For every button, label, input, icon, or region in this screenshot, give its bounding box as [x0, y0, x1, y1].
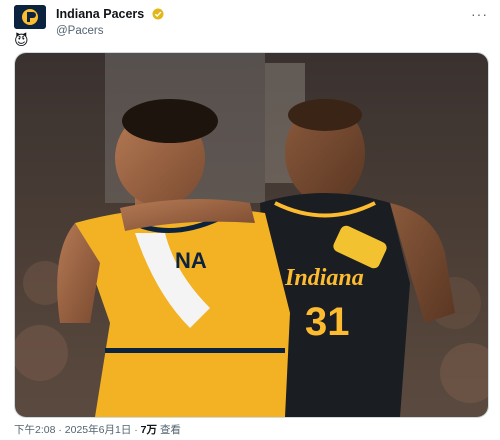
tweet-meta: 下午2:08 · 2025年6月1日 · 7万 查看 — [14, 422, 181, 437]
tweet-date[interactable]: 2025年6月1日 — [65, 424, 132, 436]
tweet-header: Indiana Pacers @Pacers ··· — [14, 5, 490, 38]
views-label: 查看 — [159, 424, 181, 436]
views-count: 7万 — [140, 424, 158, 436]
tweet-text: 😈 — [14, 32, 29, 48]
photo-canvas: Indiana 31 NA — [15, 53, 488, 417]
meta-separator: · — [58, 424, 62, 436]
tweet-time[interactable]: 下午2:08 — [14, 424, 55, 436]
meta-separator-2: · — [134, 424, 138, 436]
jersey-short-text: NA — [175, 248, 207, 273]
jersey-name-text: Indiana — [284, 265, 364, 291]
verified-badge-icon — [152, 7, 164, 25]
account-names: Indiana Pacers @Pacers — [56, 5, 164, 38]
pacers-logo-icon[interactable] — [14, 5, 46, 29]
more-options-icon[interactable]: ··· — [471, 6, 488, 22]
account-handle[interactable]: @Pacers — [56, 25, 164, 38]
display-name[interactable]: Indiana Pacers — [56, 7, 144, 21]
tweet-media-photo[interactable]: Indiana 31 NA — [14, 52, 489, 418]
jersey-number-text: 31 — [305, 300, 350, 344]
